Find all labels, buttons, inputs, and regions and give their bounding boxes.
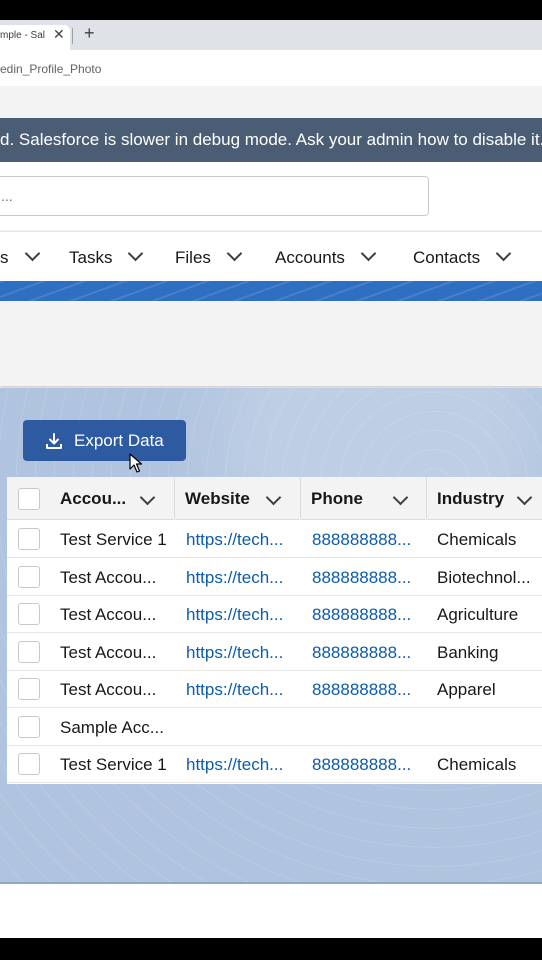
- debug-banner-text: d. Salesforce is slower in debug mode. A…: [0, 130, 542, 149]
- column-header-website-cell: Website: [175, 477, 300, 520]
- chevron-down-icon[interactable]: [24, 245, 40, 262]
- chevron-down-icon[interactable]: [128, 245, 144, 262]
- address-bar[interactable]: edin_Profile_Photo: [0, 50, 542, 87]
- brand-band: [0, 281, 542, 301]
- debug-banner: d. Salesforce is slower in debug mode. A…: [0, 118, 542, 162]
- account-name-cell[interactable]: Test Service 1: [60, 755, 167, 775]
- nav-item-accounts[interactable]: Accounts: [275, 245, 377, 268]
- chevron-down-icon[interactable]: [139, 489, 156, 506]
- industry-cell: Biotechnol...: [437, 568, 531, 587]
- column-header-industry[interactable]: Industry: [437, 489, 504, 509]
- screen: mple - Sal ✕ + edin_Profile_Photo d. Sal…: [0, 20, 542, 938]
- column-header-industry-cell: Industry: [427, 477, 542, 520]
- export-data-button[interactable]: Export Data: [23, 420, 186, 461]
- phone-link[interactable]: 888888888...: [312, 568, 411, 588]
- industry-cell: Apparel: [437, 680, 496, 699]
- accounts-table: Accou... Website Phone Industry Test Ser…: [7, 477, 542, 784]
- column-header-website[interactable]: Website: [185, 489, 250, 509]
- website-link[interactable]: https://tech...: [186, 568, 283, 588]
- table-row[interactable]: Sample Acc...: [7, 708, 542, 746]
- nav-item-label: s: [0, 248, 9, 267]
- select-all-checkbox[interactable]: [18, 488, 40, 510]
- website-link[interactable]: https://tech...: [186, 680, 283, 700]
- table-row[interactable]: Test Accou... https://tech... 888888888.…: [7, 633, 542, 671]
- table-row[interactable]: Test Service 1 https://tech... 888888888…: [7, 745, 542, 783]
- tab-divider: [72, 28, 73, 44]
- global-header: ...: [0, 162, 542, 230]
- row-checkbox[interactable]: [18, 753, 40, 775]
- table-row[interactable]: Test Accou... https://tech... 888888888.…: [7, 558, 542, 596]
- column-header-account-name[interactable]: Accou...: [60, 489, 126, 509]
- mouse-cursor-icon: [129, 453, 143, 473]
- column-header-phone-cell: Phone: [301, 477, 426, 520]
- search-input-value: ...: [1, 188, 13, 204]
- row-checkbox[interactable]: [18, 716, 40, 738]
- nav-item-label: Accounts: [275, 248, 345, 267]
- chevron-down-icon[interactable]: [495, 245, 512, 262]
- browser-tab[interactable]: mple - Sal ✕: [0, 25, 70, 50]
- industry-cell: Chemicals: [437, 530, 517, 549]
- close-tab-icon[interactable]: ✕: [53, 26, 65, 43]
- row-checkbox[interactable]: [18, 678, 40, 700]
- download-icon: [46, 433, 62, 449]
- browser-tab-bar: mple - Sal ✕ +: [0, 20, 542, 50]
- chevron-down-icon[interactable]: [360, 245, 377, 262]
- phone-link[interactable]: 888888888...: [312, 755, 411, 775]
- page-header-panel: [0, 301, 542, 386]
- new-tab-icon[interactable]: +: [84, 23, 95, 44]
- column-header-phone[interactable]: Phone: [311, 489, 363, 509]
- account-name-cell[interactable]: Test Service 1: [60, 530, 167, 550]
- nav-item-files[interactable]: Files: [175, 245, 243, 268]
- chevron-down-icon[interactable]: [226, 245, 243, 262]
- website-link[interactable]: https://tech...: [186, 605, 283, 625]
- industry-cell: Chemicals: [437, 755, 517, 774]
- account-name-cell[interactable]: Sample Acc...: [60, 718, 164, 738]
- export-data-label: Export Data: [74, 431, 164, 450]
- website-link[interactable]: https://tech...: [186, 755, 283, 775]
- nav-item-contacts[interactable]: Contacts: [413, 245, 512, 268]
- phone-link[interactable]: 888888888...: [312, 605, 411, 625]
- global-search-input[interactable]: ...: [0, 176, 429, 216]
- row-checkbox[interactable]: [18, 528, 40, 550]
- chevron-down-icon[interactable]: [265, 489, 282, 506]
- website-link[interactable]: https://tech...: [186, 530, 283, 550]
- nav-item-label: Contacts: [413, 248, 481, 267]
- chevron-down-icon[interactable]: [516, 489, 533, 506]
- footer-area: [0, 882, 542, 938]
- row-checkbox[interactable]: [18, 566, 40, 588]
- industry-cell: Agriculture: [437, 605, 519, 624]
- account-name-cell[interactable]: Test Accou...: [60, 680, 156, 700]
- phone-link[interactable]: 888888888...: [312, 530, 411, 550]
- row-checkbox[interactable]: [18, 603, 40, 625]
- nav-item-partial[interactable]: s: [0, 245, 40, 268]
- table-row[interactable]: Test Service 1 https://tech... 888888888…: [7, 520, 542, 558]
- phone-link[interactable]: 888888888...: [312, 680, 411, 700]
- salesforce-page: d. Salesforce is slower in debug mode. A…: [0, 86, 542, 938]
- nav-item-label: Files: [175, 248, 211, 267]
- chevron-down-icon[interactable]: [392, 489, 409, 506]
- nav-item-tasks[interactable]: Tasks: [69, 245, 144, 268]
- account-name-cell[interactable]: Test Accou...: [60, 605, 156, 625]
- tab-title: mple - Sal: [0, 30, 46, 41]
- account-name-cell[interactable]: Test Accou...: [60, 568, 156, 588]
- nav-item-label: Tasks: [69, 248, 113, 267]
- industry-cell: Banking: [437, 643, 499, 662]
- account-name-cell[interactable]: Test Accou...: [60, 643, 156, 663]
- table-row[interactable]: Test Accou... https://tech... 888888888.…: [7, 595, 542, 633]
- address-text: edin_Profile_Photo: [0, 62, 102, 76]
- website-link[interactable]: https://tech...: [186, 643, 283, 663]
- column-header-select: Accou...: [7, 477, 174, 520]
- phone-link[interactable]: 888888888...: [312, 643, 411, 663]
- navigation-bar: s Tasks Files Accounts Contacts: [0, 231, 542, 282]
- row-checkbox[interactable]: [18, 641, 40, 663]
- table-row[interactable]: Test Accou... https://tech... 888888888.…: [7, 670, 542, 708]
